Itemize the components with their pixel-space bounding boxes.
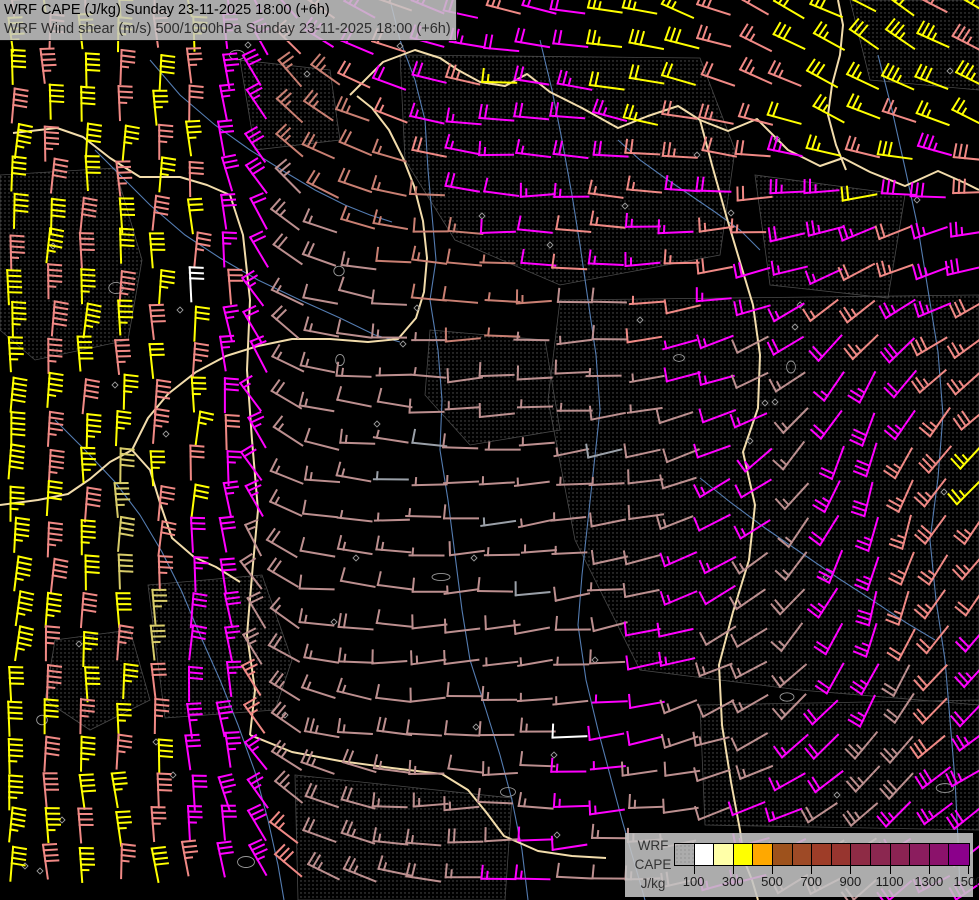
legend-cell <box>675 844 695 865</box>
legend-cell <box>772 844 793 865</box>
legend-tick <box>968 866 969 874</box>
legend-text-line: WRF <box>637 838 669 853</box>
legend-cell <box>733 844 754 865</box>
legend-tick <box>850 866 852 874</box>
legend-tick-label: 900 <box>839 874 862 889</box>
legend-tick <box>693 866 695 874</box>
legend-tick-label: 1500 <box>953 874 979 889</box>
legend-cell <box>831 844 852 865</box>
legend-cell <box>870 844 891 865</box>
legend-tick-label: 300 <box>721 874 744 889</box>
legend-cell <box>910 844 930 865</box>
legend-tick <box>889 866 891 874</box>
legend-cell <box>949 844 969 865</box>
legend-cell <box>714 844 734 865</box>
legend-cell <box>851 844 871 865</box>
legend-cell <box>753 844 773 865</box>
legend-tick-label: 1100 <box>875 874 904 889</box>
legend-cell <box>792 844 813 865</box>
legend-cell <box>812 844 832 865</box>
legend-tick <box>732 866 734 874</box>
legend-cell <box>694 844 715 865</box>
legend-tick <box>811 866 813 874</box>
legend-tick-label: 1300 <box>914 874 944 889</box>
legend-tick <box>772 866 773 874</box>
legend-text-line: CAPE <box>634 857 672 872</box>
map-title-windshear: WRF Wind shear (m/s) 500/1000hPa Sunday … <box>4 21 451 37</box>
cape-legend: WRF CAPE J/kg 100 300 500 700 900 1100 1300 1500 <box>625 833 979 897</box>
map-title-cape: WRF CAPE (J/kg) Sunday 23-11-2025 18:00 … <box>4 2 330 18</box>
legend-tick-label: 500 <box>761 874 783 889</box>
legend-colorbar <box>674 843 970 866</box>
title-panel: WRF CAPE (J/kg) Sunday 23-11-2025 18:00 … <box>0 0 457 41</box>
legend-cell <box>929 844 950 865</box>
legend-title: WRF CAPE J/kg <box>633 836 673 893</box>
legend-tick-label: 100 <box>682 874 705 889</box>
weather-map-screenshot: WRF CAPE (J/kg) Sunday 23-11-2025 18:00 … <box>0 0 979 900</box>
legend-tick <box>928 866 930 874</box>
legend-cell <box>890 844 911 865</box>
wind-barb-map <box>0 0 979 900</box>
legend-tick-label: 700 <box>800 874 823 889</box>
legend-text-line: J/kg <box>640 876 666 891</box>
